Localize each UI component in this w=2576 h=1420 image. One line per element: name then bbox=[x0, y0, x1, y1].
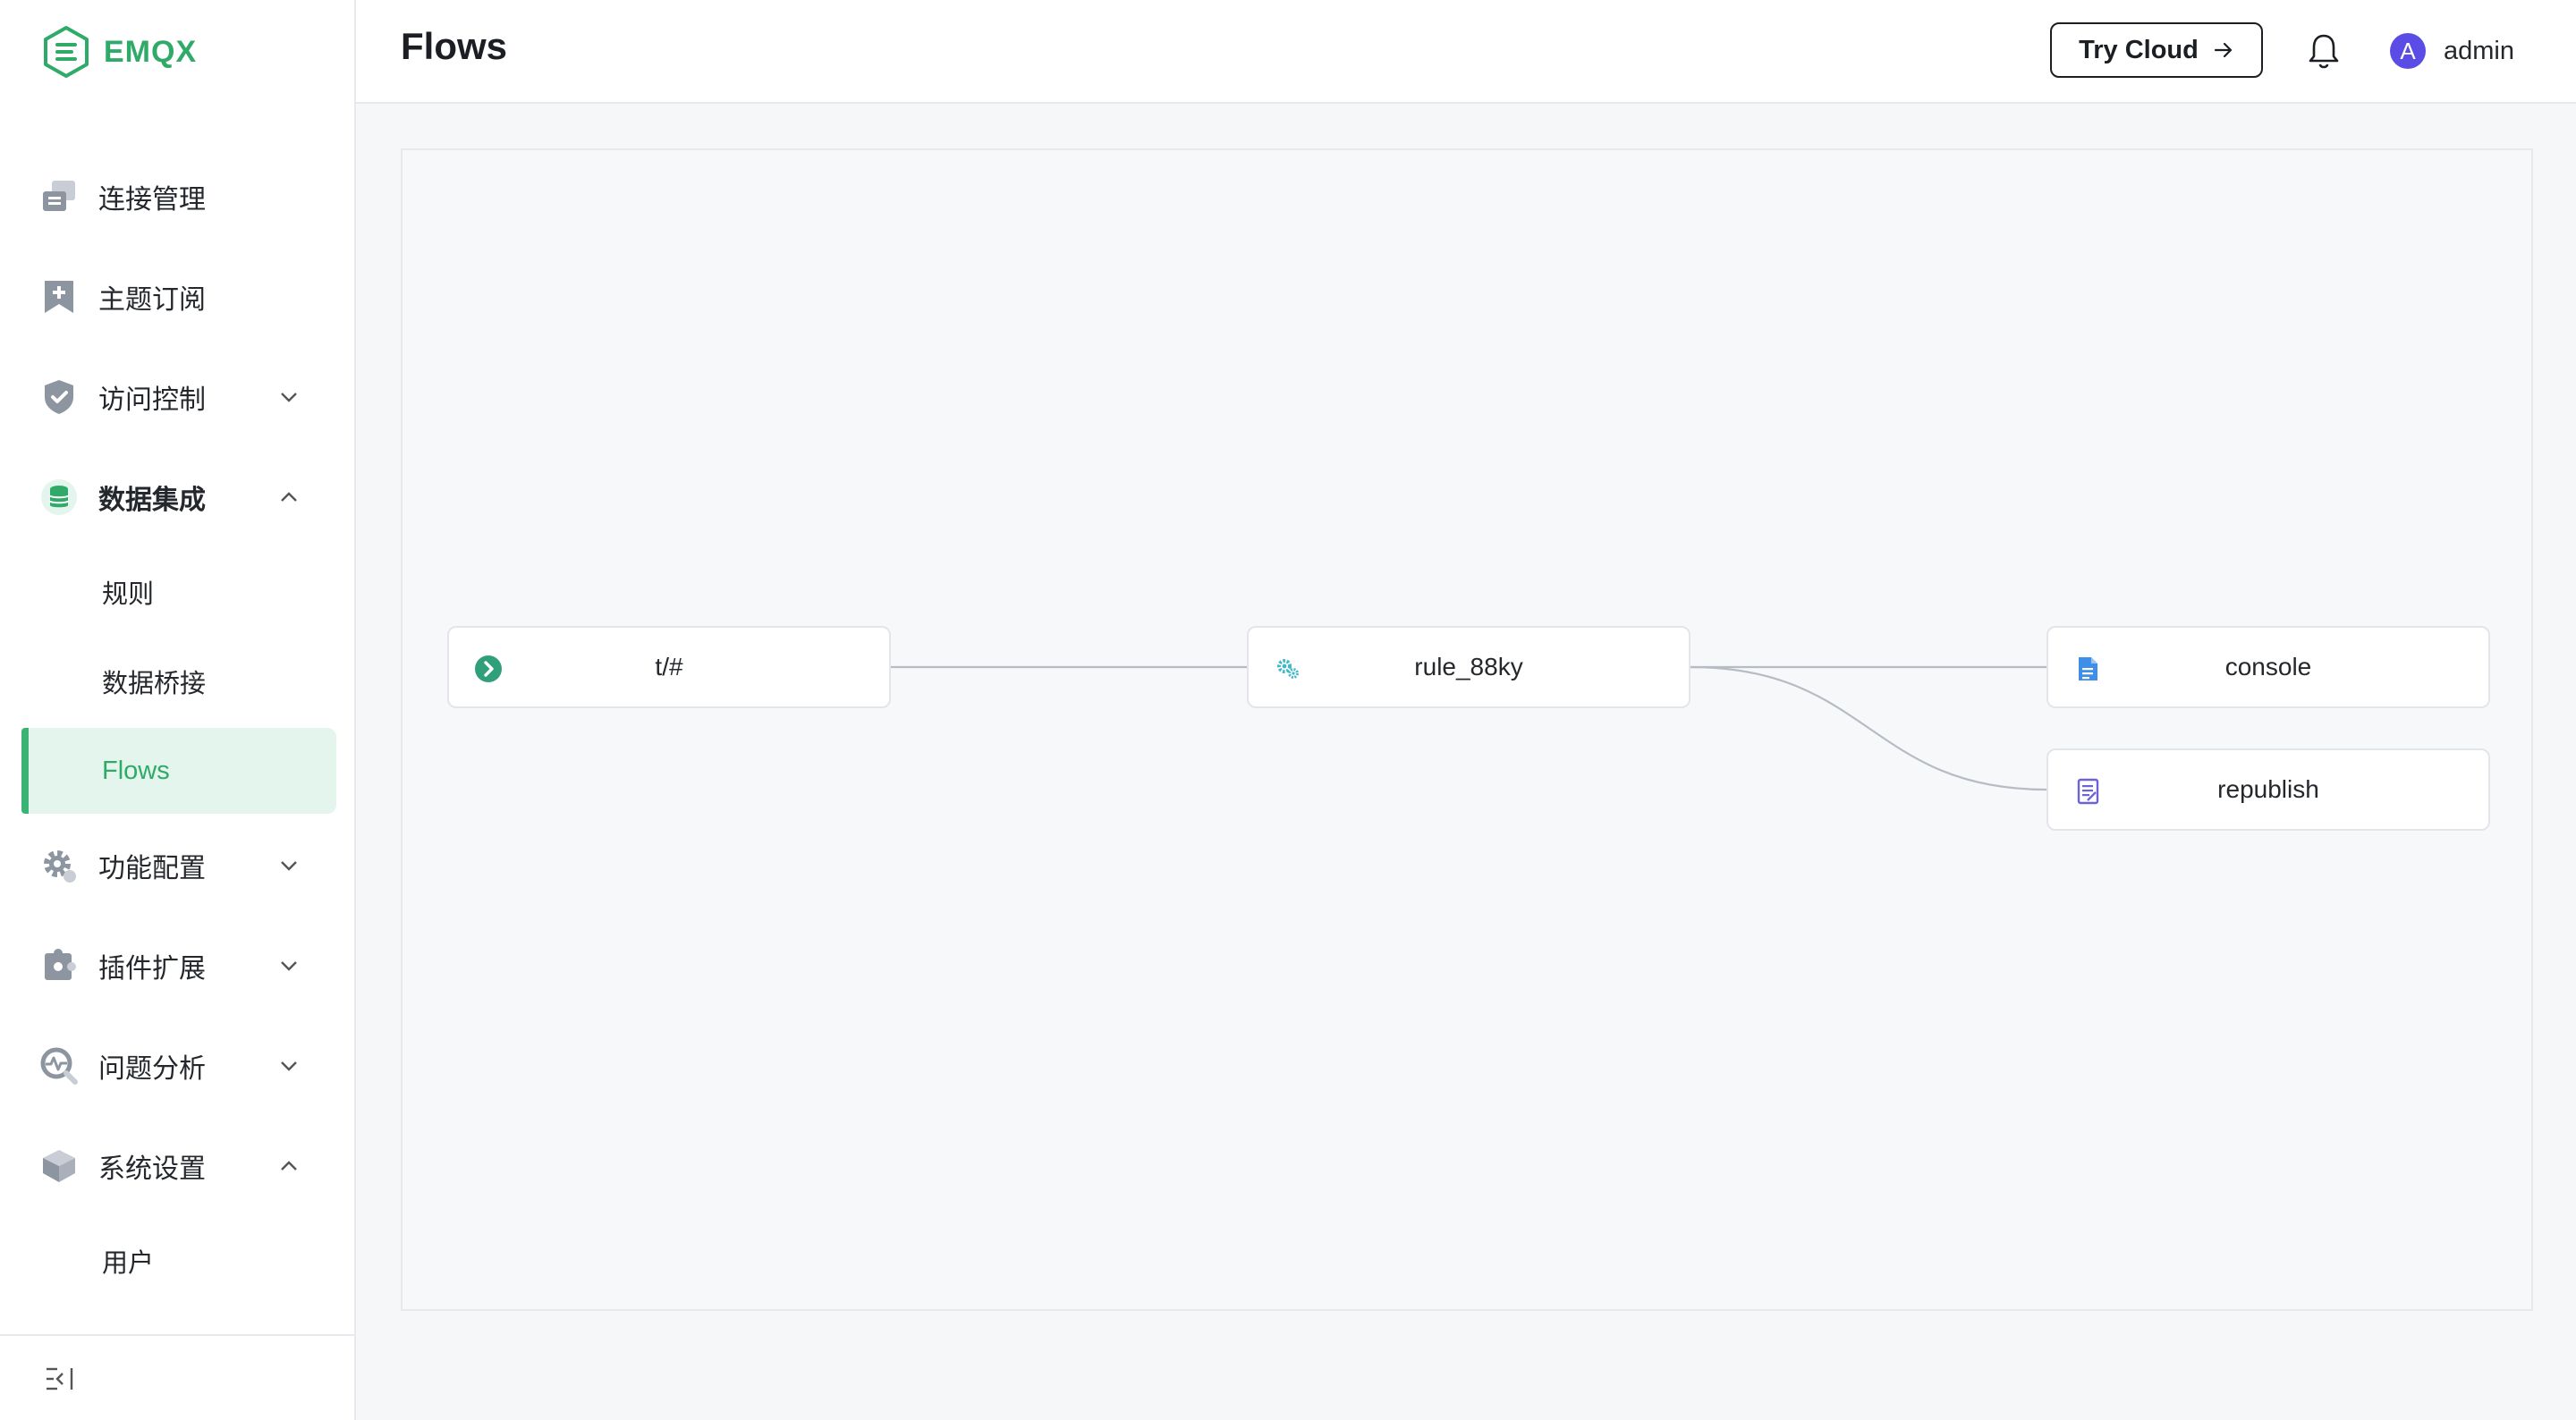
sidebar-subitem-rules[interactable]: 规则 bbox=[21, 549, 336, 635]
sidebar-item-label: 连接管理 bbox=[98, 185, 206, 215]
sidebar-item-subscriptions[interactable]: 主题订阅 bbox=[0, 252, 356, 342]
chevron-down-icon bbox=[281, 393, 297, 402]
sidebar-item-connections[interactable]: 连接管理 bbox=[0, 152, 356, 241]
flow-node-source[interactable]: t/# bbox=[447, 626, 891, 708]
chevron-down-icon bbox=[281, 1061, 297, 1071]
pulse-search-icon bbox=[39, 1046, 79, 1086]
sidebar-item-label: 访问控制 bbox=[98, 385, 206, 415]
sidebar-subitem-users[interactable]: 用户 bbox=[21, 1218, 336, 1304]
sidebar-subitem-label: 规则 bbox=[102, 580, 155, 609]
flow-edges bbox=[891, 665, 2047, 791]
collapse-sidebar-icon[interactable] bbox=[45, 1366, 77, 1391]
sidebar-subitem-data-bridge[interactable]: 数据桥接 bbox=[21, 638, 336, 724]
sidebar-item-label: 数据集成 bbox=[98, 486, 206, 515]
flow-node-label: rule_88ky bbox=[1414, 653, 1523, 680]
username: admin bbox=[2444, 36, 2514, 65]
emqx-logo-icon bbox=[44, 26, 89, 78]
try-cloud-button[interactable]: Try Cloud bbox=[2050, 22, 2263, 78]
chevron-up-icon bbox=[281, 492, 297, 502]
edge-rule-to-republish bbox=[1690, 665, 2047, 791]
user-menu[interactable]: A admin bbox=[2390, 32, 2514, 70]
sidebar-item-system-settings[interactable]: 系统设置 bbox=[0, 1121, 356, 1211]
sidebar-item-access-control[interactable]: 访问控制 bbox=[0, 352, 356, 442]
sidebar-item-label: 问题分析 bbox=[98, 1054, 206, 1084]
chevron-down-icon bbox=[281, 961, 297, 971]
flow-node-republish[interactable]: republish bbox=[2046, 748, 2490, 831]
flow-node-label: republish bbox=[2217, 775, 2319, 803]
document-edit-icon bbox=[2077, 778, 2099, 805]
sidebar-item-label: 系统设置 bbox=[98, 1154, 206, 1184]
layers-icon bbox=[39, 1146, 79, 1186]
sidebar-item-data-integration[interactable]: 数据集成 bbox=[0, 452, 356, 542]
file-icon bbox=[2079, 657, 2097, 680]
database-icon bbox=[39, 478, 79, 517]
bookmark-plus-icon bbox=[39, 277, 79, 317]
chevron-up-icon bbox=[281, 1161, 297, 1171]
flow-node-console[interactable]: console bbox=[2046, 626, 2490, 708]
top-header: Flows Try Cloud A admin bbox=[356, 0, 2576, 104]
flow-node-rule[interactable]: rule_88ky bbox=[1247, 626, 1690, 708]
sidebar-subitem-label: 数据桥接 bbox=[102, 670, 207, 698]
sidebar-subitem-flows[interactable]: Flows bbox=[21, 728, 336, 814]
sidebar: EMQX 连接管理 主题订阅 访问控制 数据集成 规则 数据桥接 Flows 功… bbox=[0, 0, 356, 1420]
gear-icon bbox=[39, 846, 79, 885]
avatar: A bbox=[2390, 33, 2426, 69]
brand-name: EMQX bbox=[104, 34, 198, 69]
sidebar-subitem-label: Flows bbox=[102, 756, 170, 785]
gears-icon bbox=[1277, 659, 1299, 679]
arrow-right-icon bbox=[2214, 42, 2232, 58]
page-title: Flows bbox=[401, 25, 508, 67]
shield-check-icon bbox=[39, 377, 79, 417]
chevron-down-icon bbox=[281, 861, 297, 871]
sidebar-item-diagnostics[interactable]: 问题分析 bbox=[0, 1021, 356, 1111]
bell-icon[interactable] bbox=[2306, 32, 2342, 70]
sidebar-subitem-label: 用户 bbox=[102, 1249, 155, 1278]
flow-node-label: console bbox=[2224, 653, 2312, 680]
sidebar-footer bbox=[0, 1334, 354, 1420]
sidebar-item-label: 功能配置 bbox=[98, 854, 206, 883]
connections-icon bbox=[39, 177, 79, 216]
sidebar-item-label: 插件扩展 bbox=[98, 954, 206, 984]
try-cloud-label: Try Cloud bbox=[2079, 35, 2199, 64]
puzzle-icon bbox=[39, 946, 79, 985]
flow-canvas[interactable]: t/# rule_88ky console republish bbox=[401, 148, 2533, 1311]
brand-logo[interactable]: EMQX bbox=[41, 25, 197, 79]
flow-node-label: t/# bbox=[655, 653, 683, 680]
sidebar-item-plugins[interactable]: 插件扩展 bbox=[0, 921, 356, 1010]
active-indicator bbox=[21, 728, 29, 814]
sidebar-item-label: 主题订阅 bbox=[98, 285, 206, 315]
sidebar-item-configuration[interactable]: 功能配置 bbox=[0, 821, 356, 910]
chevron-circle-icon bbox=[475, 655, 502, 682]
